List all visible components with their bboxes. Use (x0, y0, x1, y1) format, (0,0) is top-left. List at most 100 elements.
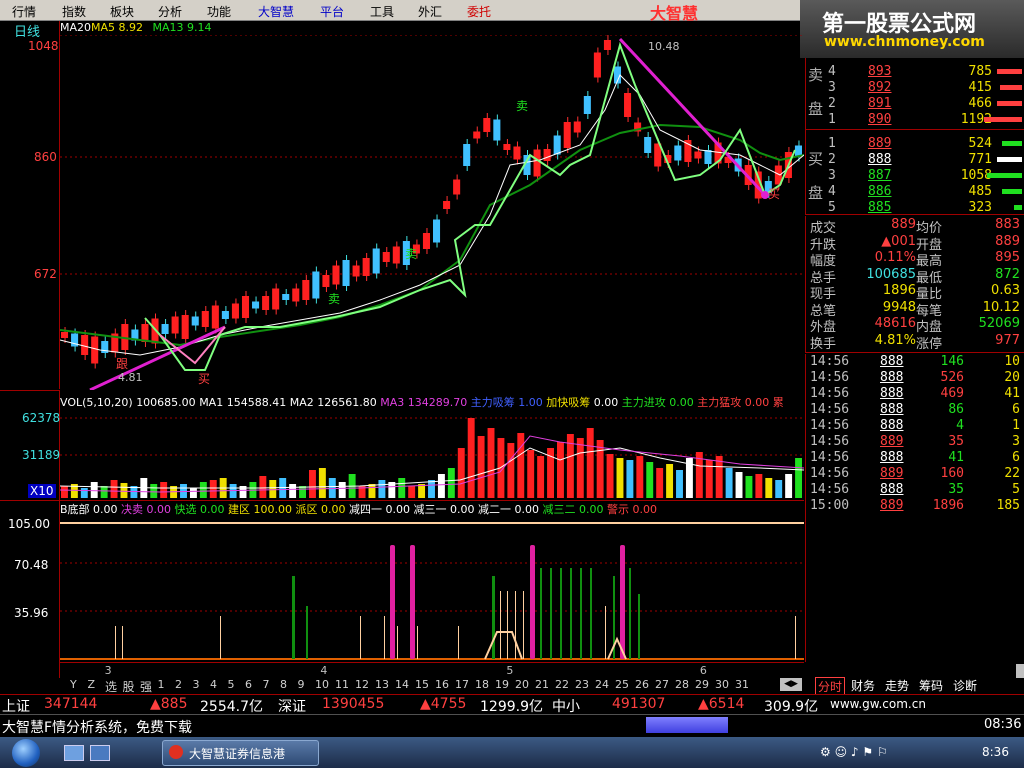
stock-tab[interactable]: 2 (175, 678, 182, 691)
stock-tab[interactable]: 28 (675, 678, 689, 691)
candle-body (392, 246, 400, 264)
stat-label: 涨停 (916, 336, 943, 352)
orderbook-row[interactable]: 4 893 785 (806, 64, 1024, 80)
tick-volume: 41 (948, 450, 964, 465)
volume-bar (467, 418, 475, 498)
stock-tab[interactable]: 强 (140, 678, 152, 695)
ob-price: 889 (868, 136, 892, 151)
orderbook-row[interactable]: 1 890 1192 (806, 112, 1024, 128)
stock-tab[interactable]: 4 (210, 678, 217, 691)
zx-index: ▲6514 (698, 696, 745, 712)
stock-tab[interactable]: 16 (435, 678, 449, 691)
menu-dazhihui[interactable]: 大智慧 (258, 3, 294, 20)
tab-scroll-arrows[interactable]: ◀▶ (780, 678, 802, 691)
start-button[interactable] (12, 739, 40, 767)
chart-period-label[interactable]: 日线 (14, 21, 40, 40)
stock-tab[interactable]: 8 (280, 678, 287, 691)
stock-tab[interactable]: 10 (315, 678, 329, 691)
tick-time: 14:56 (810, 482, 850, 497)
stock-tab[interactable]: 14 (395, 678, 409, 691)
stock-tab[interactable]: 29 (695, 678, 709, 691)
stock-tab[interactable]: 22 (555, 678, 569, 691)
stock-tab[interactable]: 股 (123, 678, 135, 695)
stock-tab[interactable]: 选 (105, 678, 117, 695)
stock-tab[interactable]: 12 (355, 678, 369, 691)
tick-list[interactable]: 14:56 888 146 10 14:56 888 526 20 14:56 888 469 41 1… (805, 354, 1024, 514)
stock-tab[interactable]: 11 (335, 678, 349, 691)
stock-tab[interactable]: 20 (515, 678, 529, 691)
tick-volume: 146 (940, 354, 964, 369)
stock-tab[interactable]: 17 (455, 678, 469, 691)
stats-panel: 成交 889 均价 883 升跌 ▲001 开盘 889 幅度 0.11% 最高 895 总手 10068… (805, 216, 1024, 353)
candle-body (272, 288, 280, 310)
stock-tab[interactable]: 21 (535, 678, 549, 691)
price-tick-mid: 860 (34, 150, 57, 164)
menu-gongju[interactable]: 工具 (370, 3, 394, 20)
tab-zoushi[interactable]: 走势 (885, 677, 909, 694)
stock-tab[interactable]: 9 (298, 678, 305, 691)
vol-ma1-value: 154588.41 (226, 396, 287, 408)
menu-weituo[interactable]: 委托 (467, 3, 491, 20)
stock-tab[interactable]: 31 (735, 678, 749, 691)
menu-gongneng[interactable]: 功能 (207, 3, 231, 20)
menu-bankuai[interactable]: 板块 (110, 3, 134, 20)
orderbook-row[interactable]: 2 888 771 (806, 152, 1024, 168)
volume-chart[interactable] (60, 408, 804, 500)
stock-tab[interactable]: 19 (495, 678, 509, 691)
orderbook-row[interactable]: 2 891 466 (806, 96, 1024, 112)
stat-row: 升跌 ▲001 开盘 889 (806, 234, 1024, 253)
tick-time: 14:56 (810, 370, 850, 385)
taskbar-app-button[interactable]: 大智慧证券信息港 (162, 740, 319, 766)
menu-waihui[interactable]: 外汇 (418, 3, 442, 20)
ob-volume: 415 (968, 80, 992, 95)
stock-tab[interactable]: 27 (655, 678, 669, 691)
ob-depth-bar (997, 157, 1022, 162)
stock-tab[interactable]: 1 (158, 678, 165, 691)
ob-depth-bar (984, 117, 1022, 122)
stock-tab[interactable]: 24 (595, 678, 609, 691)
switch-windows-icon[interactable] (90, 745, 110, 761)
menu-zhishu[interactable]: 指数 (62, 3, 86, 20)
ob-level: 2 (828, 96, 836, 111)
indicator-chart[interactable] (60, 514, 804, 662)
volume-bar (795, 458, 802, 498)
menu-hangqing[interactable]: 行情 (12, 3, 36, 20)
price-chart[interactable]: 10.48 4.81 跟 买 买 卖 卖 卖 (60, 35, 804, 390)
orderbook-row[interactable]: 3 887 1058 (806, 168, 1024, 184)
ind-tick-top: 105.00 (8, 517, 50, 531)
tab-caiwu[interactable]: 财务 (851, 677, 875, 694)
stock-tab[interactable]: 26 (635, 678, 649, 691)
indicator-bar (306, 606, 308, 659)
tick-price: 888 (880, 354, 904, 369)
stock-tab[interactable]: 3 (193, 678, 200, 691)
stock-tab[interactable]: 13 (375, 678, 389, 691)
show-desktop-icon[interactable] (64, 745, 84, 761)
menu-fenxi[interactable]: 分析 (158, 3, 182, 20)
tab-chouma[interactable]: 筹码 (919, 677, 943, 694)
stock-tab[interactable]: Y (70, 678, 77, 691)
ob-volume: 771 (968, 152, 992, 167)
stock-tab[interactable]: 18 (475, 678, 489, 691)
stock-tab[interactable]: 6 (245, 678, 252, 691)
orderbook-row[interactable]: 1 889 524 (806, 136, 1024, 152)
stock-tab[interactable]: 5 (228, 678, 235, 691)
orderbook-row[interactable]: 3 892 415 (806, 80, 1024, 96)
scroll-message[interactable]: 大智慧F情分析系统，免费下载 (2, 717, 192, 737)
stock-tab[interactable]: 15 (415, 678, 429, 691)
stock-tab[interactable]: 25 (615, 678, 629, 691)
orderbook-row[interactable]: 5 885 323 (806, 200, 1024, 216)
stock-tab[interactable]: 7 (263, 678, 270, 691)
menu-pingtai[interactable]: 平台 (320, 3, 344, 20)
tab-zhenduan[interactable]: 诊断 (953, 677, 977, 694)
volume-bar (299, 486, 306, 498)
stock-tab[interactable]: 30 (715, 678, 729, 691)
stock-tab[interactable]: Z (88, 678, 96, 691)
orderbook-row[interactable]: 4 886 485 (806, 184, 1024, 200)
right-scrollbar[interactable] (1016, 664, 1024, 678)
candle-body (372, 248, 380, 274)
site-url[interactable]: www.gw.com.cn (830, 697, 926, 711)
volume-bar (745, 476, 753, 498)
indicator-bar (560, 568, 562, 659)
tray-icons[interactable]: ⚙ ☺ ♪ ⚑ ⚐ (820, 745, 888, 759)
stock-tab[interactable]: 23 (575, 678, 589, 691)
